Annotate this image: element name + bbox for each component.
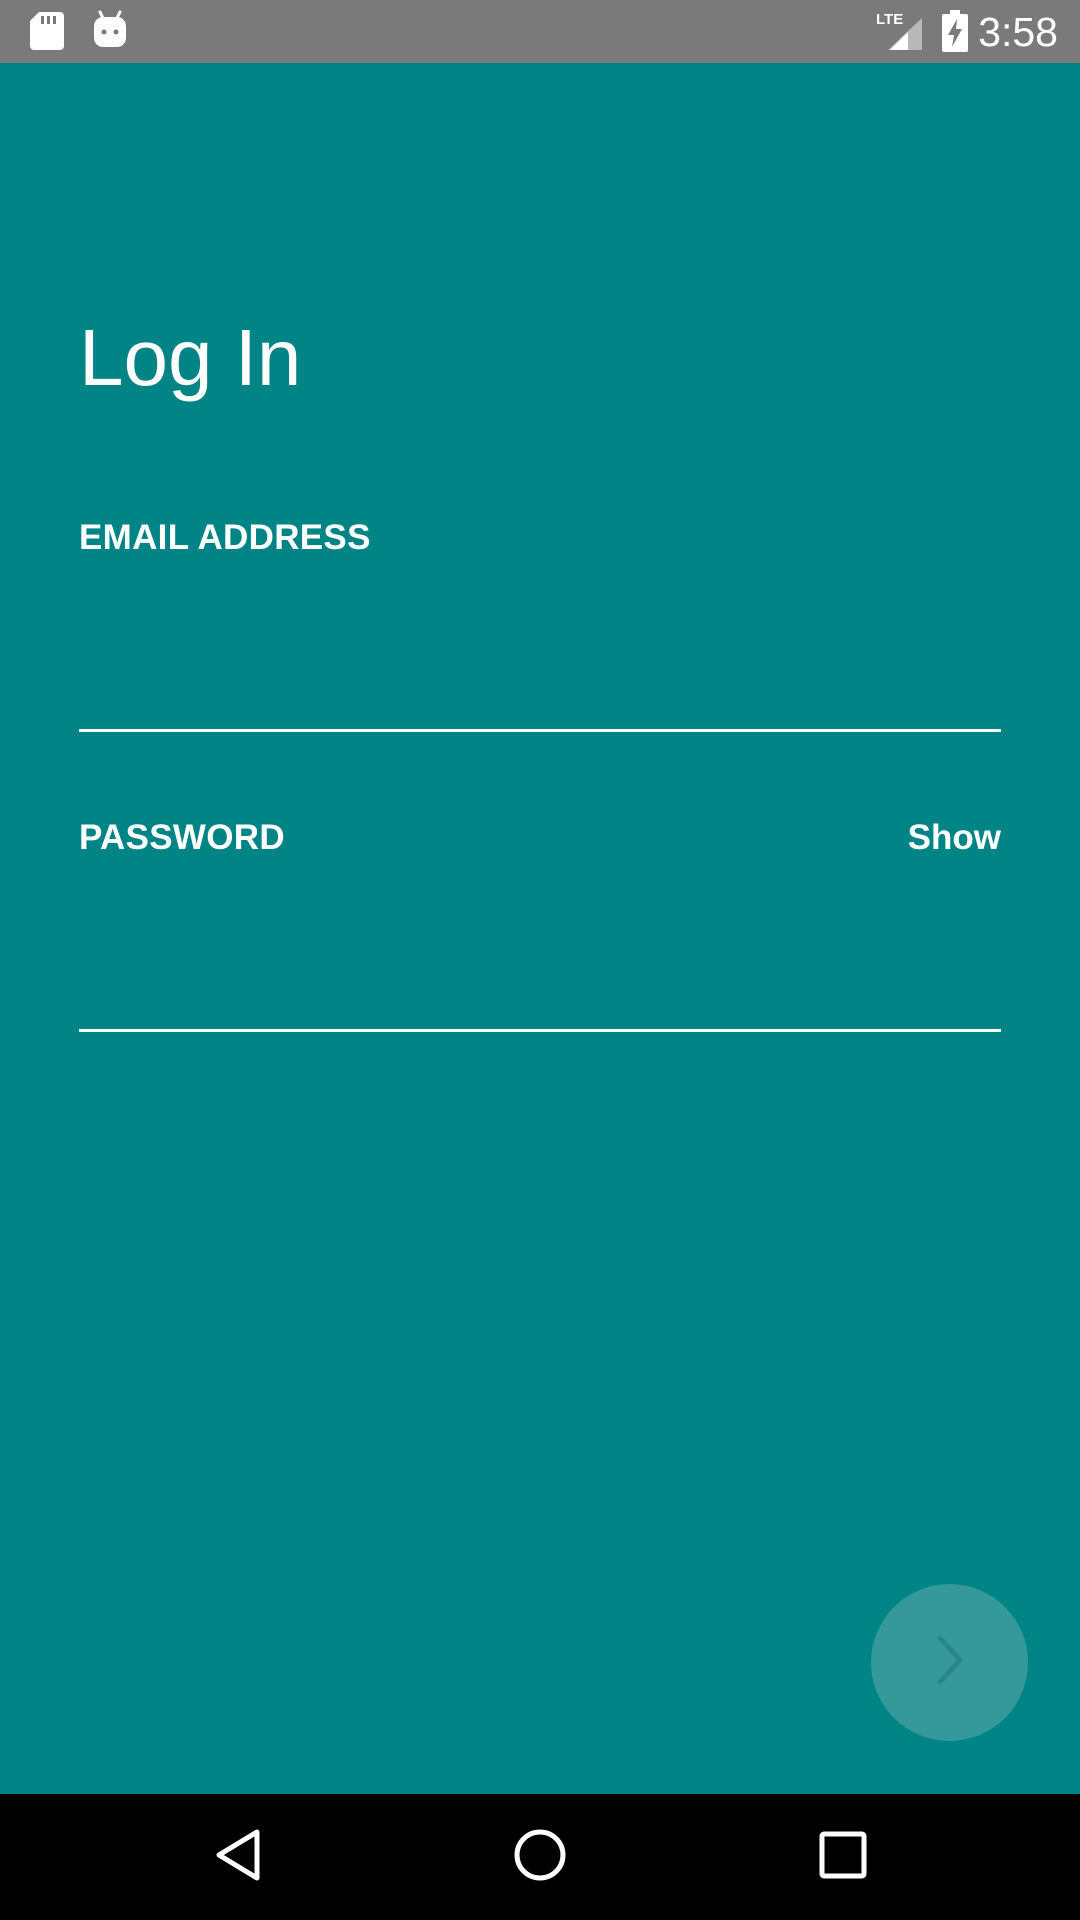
next-button[interactable] [871, 1584, 1028, 1741]
show-password-toggle[interactable]: Show [908, 817, 1001, 859]
recents-icon [818, 1830, 868, 1885]
sd-card-icon [30, 12, 64, 55]
android-icon [93, 10, 127, 53]
email-field[interactable] [79, 650, 1001, 720]
page-title: Log In [79, 313, 302, 402]
email-field-underline [79, 729, 1001, 732]
back-icon [213, 1828, 263, 1887]
svg-text:LTE: LTE [876, 11, 903, 28]
navigation-bar [0, 1794, 1080, 1920]
password-field[interactable] [79, 950, 1001, 1020]
recents-button[interactable] [808, 1822, 878, 1892]
status-time: 3:58 [978, 9, 1058, 55]
status-bar: LTE 3:58 [0, 0, 1080, 63]
home-icon [513, 1828, 567, 1887]
login-screen: LTE 3:58 Log In EMAIL ADDRESS PASSWORD S… [0, 0, 1080, 1920]
password-field-underline [79, 1029, 1001, 1032]
home-button[interactable] [505, 1822, 575, 1892]
back-button[interactable] [203, 1822, 273, 1892]
chevron-right-icon [930, 1630, 970, 1695]
battery-charging-icon [942, 10, 968, 57]
password-label: PASSWORD [79, 818, 285, 857]
lte-signal-icon: LTE [876, 10, 922, 57]
email-label: EMAIL ADDRESS [79, 518, 371, 557]
